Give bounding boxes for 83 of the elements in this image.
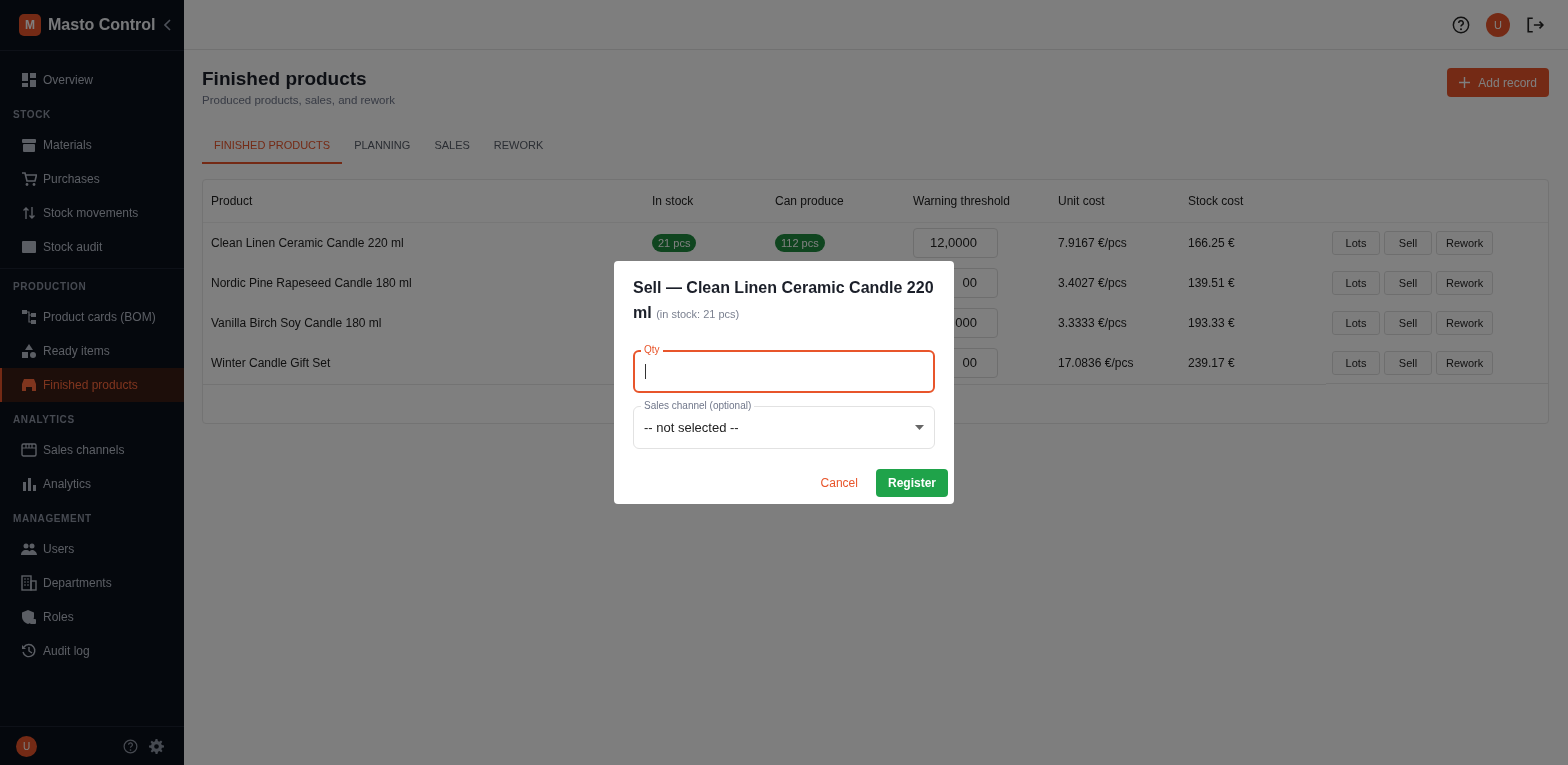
tab[interactable]: SALES [422, 129, 482, 164]
nav-section-title: MANAGEMENT [12, 512, 93, 526]
logout-icon[interactable] [1526, 15, 1544, 34]
column-header: Unit cost [1050, 180, 1180, 223]
table-cell: 17.0836 €/pcs [1058, 356, 1134, 371]
plus-icon [1459, 77, 1471, 88]
hierarchy-icon [21, 309, 37, 325]
table-cell: 193.33 € [1188, 316, 1235, 330]
table-cell: Nordic Pine Rapeseed Candle 180 ml [211, 276, 412, 290]
column-header: Stock cost [1180, 180, 1326, 223]
building-icon [21, 575, 37, 591]
user-avatar[interactable]: U [16, 735, 37, 757]
table-cell: 139.51 € [1188, 276, 1235, 290]
row-action-button[interactable]: Rework [1436, 311, 1494, 335]
nav-item[interactable]: Product cards (BOM) [0, 300, 184, 334]
tab[interactable]: REWORK [481, 129, 556, 164]
row-action-button[interactable]: Sell [1384, 231, 1432, 255]
people-icon [21, 541, 37, 557]
table-cell: 7.9167 €/pcs [1058, 236, 1127, 250]
threshold-field[interactable]: 12,0000 [913, 228, 998, 258]
row-action-button[interactable]: Rework [1436, 351, 1494, 375]
cart-icon [21, 171, 37, 187]
tab[interactable]: FINISHED PRODUCTS [202, 129, 343, 164]
row-action-button[interactable]: Lots [1332, 351, 1380, 375]
nav-item[interactable]: Purchases [0, 162, 184, 196]
nav-item[interactable]: Stock audit [0, 230, 184, 264]
row-action-button[interactable]: Lots [1332, 311, 1380, 335]
table-cell: 3.3333 €/pcs [1058, 316, 1127, 330]
table-cell: 166.25 € [1188, 236, 1235, 250]
row-action-button[interactable]: Sell [1384, 351, 1432, 375]
nav-item[interactable]: Sales channels [0, 433, 184, 467]
row-action-button[interactable]: Rework [1436, 271, 1494, 295]
row-action-button[interactable]: Lots [1332, 231, 1380, 255]
row-action-button[interactable]: Rework [1436, 231, 1494, 255]
add-record-button[interactable]: Add record [1447, 68, 1549, 97]
nav-item[interactable]: Overview [0, 63, 184, 97]
column-header: In stock [644, 180, 767, 223]
nav-item[interactable]: Departments [0, 566, 184, 600]
nav-item[interactable]: Finished products [0, 368, 184, 402]
collapse-icon[interactable] [164, 19, 172, 31]
column-header: Product [203, 180, 644, 223]
arrows-icon [21, 205, 37, 221]
nav-section-title: PRODUCTION [0, 268, 184, 300]
nav-item[interactable]: Ready items [0, 334, 184, 368]
column-header: Can produce [767, 180, 905, 223]
table-cell: 239.17 € [1188, 356, 1235, 371]
nav-item[interactable]: Stock movements [0, 196, 184, 230]
row-action-button[interactable]: Lots [1332, 271, 1380, 295]
table-cell: Clean Linen Ceramic Candle 220 ml [211, 236, 404, 250]
nav-item[interactable]: Audit log [0, 634, 184, 668]
nav-item[interactable]: Roles [0, 600, 184, 634]
bar-chart-icon [21, 476, 37, 492]
column-header: Warning threshold [905, 180, 1050, 223]
help-icon[interactable] [123, 738, 138, 754]
history-icon [21, 643, 37, 659]
dashboard-icon [21, 72, 37, 88]
shapes-icon [21, 343, 37, 359]
nav-item[interactable]: Users [0, 532, 184, 566]
cancel-button[interactable]: Cancel [810, 469, 868, 497]
nav-item[interactable]: Analytics [0, 467, 184, 501]
tab[interactable]: PLANNING [342, 129, 423, 164]
app-name: Masto Control [48, 16, 157, 34]
archive-box-icon [21, 137, 37, 153]
nav-item[interactable]: Materials [0, 128, 184, 162]
table-cell: Vanilla Birch Soy Candle 180 ml [211, 316, 382, 330]
help-icon[interactable] [1452, 15, 1470, 34]
table-cell: Winter Candle Gift Set [211, 356, 331, 371]
warehouse-icon [21, 377, 37, 393]
nav-section-title: ANALYTICS [12, 413, 76, 427]
register-button[interactable]: Register [875, 469, 948, 497]
user-avatar[interactable]: U [1486, 12, 1510, 37]
app-logo: M [19, 14, 41, 36]
storefront-icon [21, 442, 37, 458]
stock-badge: 21 pcs [652, 234, 697, 252]
row-action-button[interactable]: Sell [1384, 271, 1432, 295]
settings-icon[interactable] [149, 738, 164, 754]
nav-section-title: STOCK [12, 108, 52, 122]
page-subtitle: Produced products, sales, and rework [202, 94, 396, 106]
page-title: Finished products [202, 68, 368, 90]
shield-icon [21, 609, 37, 625]
row-action-button[interactable]: Sell [1384, 311, 1432, 335]
table-cell: 3.4027 €/pcs [1058, 276, 1127, 290]
stock-badge: 112 pcs [775, 234, 825, 252]
